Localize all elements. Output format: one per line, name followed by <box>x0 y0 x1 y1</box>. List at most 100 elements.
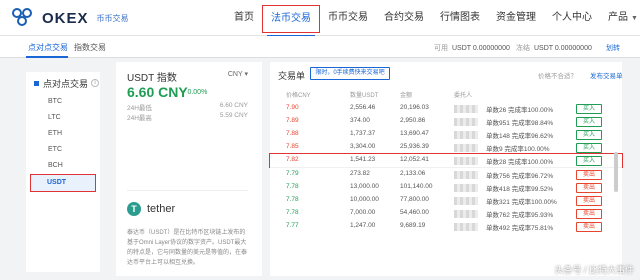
price-change-value: 0.00% <box>187 89 208 96</box>
coin-sidebar: 点对点交易 i BTC LTC ETH ETC BCH USDT <box>26 72 100 272</box>
buy-button[interactable]: 买入 <box>576 143 602 153</box>
frozen-value: USDT 0.00000000 <box>534 45 592 52</box>
index-title: USDT 指数 <box>127 73 177 84</box>
sell-button[interactable]: 卖出 <box>576 209 602 219</box>
user-avatar <box>454 197 478 205</box>
user-avatar <box>454 157 478 165</box>
arrow-up-icon: ↑ <box>182 89 186 96</box>
tab-p2p-trading[interactable]: 点对点交易 <box>28 42 68 53</box>
order-amount: 273.82 <box>350 170 370 177</box>
sidebar-item-ltc[interactable]: LTC <box>26 110 100 126</box>
publish-order-link[interactable]: 发布交易单 <box>590 70 623 80</box>
order-stats: 单数26 完成率100.00% <box>486 107 554 114</box>
scrollbar[interactable] <box>614 152 618 192</box>
tab-index-trading[interactable]: 指数交易 <box>74 42 106 53</box>
order-total: 77,800.00 <box>400 196 429 203</box>
sidebar-item-btc[interactable]: BTC <box>26 94 100 110</box>
buy-button[interactable]: 买入 <box>576 156 602 166</box>
user-avatar <box>454 210 478 218</box>
order-stats: 单数148 完成率96.62% <box>486 133 554 140</box>
order-price: 7.79 <box>286 170 299 177</box>
watermark: 头条号 / 比特大事件 <box>554 265 634 275</box>
order-stats: 单数9 完成率100.00% <box>486 146 550 153</box>
sidebar-item-bch[interactable]: BCH <box>26 158 100 174</box>
sidebar-item-usdt[interactable]: USDT <box>30 174 96 192</box>
index-info-panel: USDT 指数 CNY ▾ 6.60 CNY ↑ 0.00% 24H最低 6.6… <box>116 62 262 276</box>
order-stats: 单数28 完成率100.00% <box>486 159 554 166</box>
order-row: 7.78 10,000.00 77,800.00 单数321 完成率100.00% 卖出 <box>270 194 622 207</box>
sell-button[interactable]: 卖出 <box>576 183 602 193</box>
user-avatar <box>454 118 478 126</box>
order-total: 2,133.06 <box>400 170 426 177</box>
frozen-label: 冻结 <box>516 45 530 52</box>
order-row: 7.82 1,541.23 12,052.41 单数28 完成率100.00% 买入 <box>269 153 623 168</box>
brand-logo[interactable]: OKEX 币币交易 <box>12 8 129 28</box>
chevron-down-icon: ▾ <box>244 71 248 78</box>
nav-fiat-trading[interactable]: 法币交易 <box>262 5 320 37</box>
coin-name: tether <box>147 203 176 215</box>
order-total: 25,936.39 <box>400 143 429 150</box>
buy-button[interactable]: 买入 <box>576 104 602 114</box>
brand-name: OKEX <box>42 9 89 27</box>
order-amount: 2,556.46 <box>350 104 376 111</box>
order-row: 7.79 273.82 2,133.06 单数756 完成率96.72% 卖出 <box>270 168 622 181</box>
user-avatar <box>454 131 478 139</box>
order-row: 7.78 13,000.00 101,140.00 单数418 完成率99.52% 卖出 <box>270 181 622 194</box>
sell-button[interactable]: 卖出 <box>576 170 602 180</box>
order-total: 2,950.86 <box>400 117 426 124</box>
chevron-down-icon: ▼ <box>631 15 638 22</box>
sidebar-item-etc[interactable]: ETC <box>26 142 100 158</box>
nav-coin-trading[interactable]: 币币交易 <box>320 0 376 36</box>
user-avatar <box>454 184 478 192</box>
sidebar-title: 点对点交易 <box>43 78 89 89</box>
order-total: 54,460.00 <box>400 209 429 216</box>
price-change: ↑ 0.00% <box>182 89 207 96</box>
order-price: 7.85 <box>286 143 299 150</box>
unsuitable-price-text: 价格不合适？ <box>538 73 577 80</box>
order-book: 交易单 限时，0手续费快来交易吧 价格不合适？ 发布交易单 价格CNY 数量US… <box>269 62 623 276</box>
tether-logo-icon: T <box>127 202 141 216</box>
section-marker-icon <box>34 80 39 86</box>
order-row: 7.77 1,247.00 9,689.19 单数492 完成率75.81% 卖出 <box>270 220 622 233</box>
available-label: 可用 <box>434 45 448 52</box>
nav-home[interactable]: 首页 <box>226 0 262 36</box>
index-price: 6.60 CNY <box>127 84 188 100</box>
currency-select[interactable]: CNY ▾ <box>228 70 248 78</box>
nav-charts[interactable]: 行情图表 <box>432 0 488 36</box>
transfer-link[interactable]: 划转 <box>606 43 620 53</box>
info-icon[interactable]: i <box>91 79 100 87</box>
order-stats: 单数762 完成率95.93% <box>486 212 554 219</box>
buy-button[interactable]: 买入 <box>576 130 602 140</box>
order-amount: 374.00 <box>350 117 370 124</box>
order-stats: 单数951 完成率98.84% <box>486 120 554 127</box>
stat-label-2: 24H最高 <box>127 115 152 122</box>
available-balance: 可用 USDT 0.00000000 <box>434 43 510 53</box>
order-price: 7.78 <box>286 196 299 203</box>
sell-button[interactable]: 卖出 <box>576 196 602 206</box>
buy-button[interactable]: 买入 <box>576 117 602 127</box>
user-avatar <box>454 223 478 231</box>
nav-products[interactable]: 产品 ▼ <box>600 0 640 36</box>
order-amount: 1,247.00 <box>350 222 376 229</box>
brand-subtitle: 币币交易 <box>96 13 129 23</box>
promo-filter-button[interactable]: 限时，0手续费快来交易吧 <box>310 67 390 80</box>
order-price: 7.78 <box>286 183 299 190</box>
order-book-title: 交易单 <box>278 71 306 81</box>
sell-button[interactable]: 卖出 <box>576 222 602 232</box>
nav-products-label: 产品 <box>608 12 628 23</box>
order-price: 7.77 <box>286 222 299 229</box>
order-row: 7.88 1,737.37 13,690.47 单数148 完成率96.62% 买入 <box>270 128 622 141</box>
nav-funds[interactable]: 资金管理 <box>488 0 544 36</box>
order-row: 7.78 7,000.00 54,460.00 单数762 完成率95.93% 卖出 <box>270 207 622 220</box>
order-amount: 1,737.37 <box>350 130 376 137</box>
order-amount: 10,000.00 <box>350 196 379 203</box>
user-avatar <box>454 105 478 113</box>
top-navbar: OKEX 币币交易 首页 法币交易 币币交易 合约交易 行情图表 资金管理 个人… <box>0 0 640 37</box>
nav-account[interactable]: 个人中心 <box>544 0 600 36</box>
order-row: 7.90 2,556.46 20,196.03 单数26 完成率100.00% 买入 <box>270 102 622 115</box>
sidebar-item-eth[interactable]: ETH <box>26 126 100 142</box>
main-nav: 首页 法币交易 币币交易 合约交易 行情图表 资金管理 个人中心 产品 ▼ <box>226 0 640 37</box>
order-stats: 单数756 完成率96.72% <box>486 173 554 180</box>
order-row: 7.85 3,304.00 25,936.39 单数9 完成率100.00% 买入 <box>270 141 622 154</box>
nav-futures[interactable]: 合约交易 <box>376 0 432 36</box>
